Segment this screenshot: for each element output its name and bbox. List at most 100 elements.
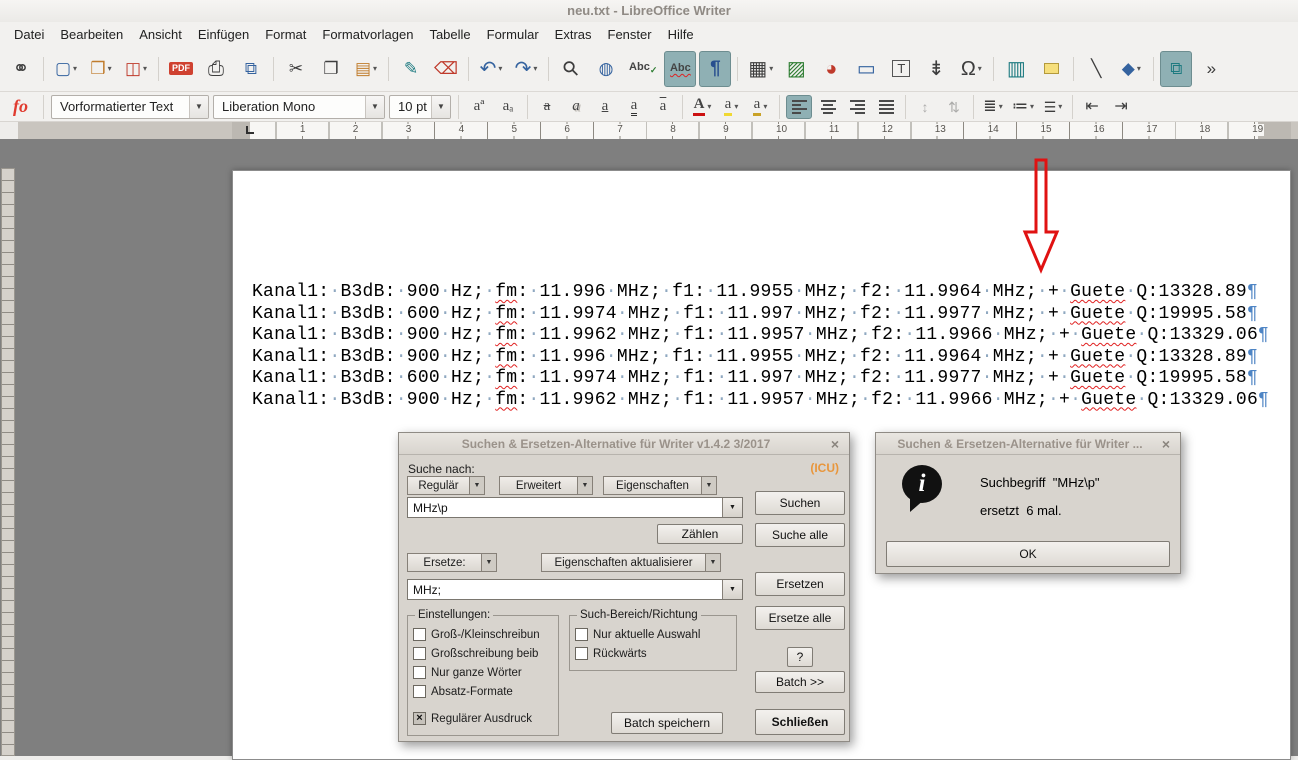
strikethrough-icon[interactable]: a bbox=[534, 95, 560, 119]
result-dialog-titlebar[interactable]: Suchen & Ersetzen-Alternative für Writer… bbox=[876, 433, 1180, 455]
numbered-list-icon[interactable]: ≔▾ bbox=[1009, 95, 1037, 119]
replace-input[interactable] bbox=[408, 580, 722, 599]
subscript-icon[interactable]: aₐ bbox=[495, 95, 521, 119]
close-button[interactable]: Schließen bbox=[755, 709, 845, 735]
outline-list-icon[interactable]: ☰▾ bbox=[1040, 95, 1066, 119]
font-name-combo[interactable]: Liberation Mono ▼ bbox=[213, 95, 385, 119]
chevron-down-icon[interactable]: ▼ bbox=[481, 554, 496, 571]
chevron-down-icon[interactable]: ▼ bbox=[431, 96, 450, 118]
undo-icon[interactable]: ↶▾ bbox=[475, 51, 507, 87]
checkbox-absatz-formate[interactable]: Absatz-Formate bbox=[413, 682, 553, 701]
document-text[interactable]: Kanal1:·B3dB:·900·Hz;·fm:·11.996·MHz;·f1… bbox=[252, 282, 1267, 411]
checkbox-gro-kleinschreibun[interactable]: Groß-/Kleinschreibun bbox=[413, 625, 553, 644]
search-replace-dialog-titlebar[interactable]: Suchen & Ersetzen-Alternative für Writer… bbox=[399, 433, 849, 455]
properties-update-dropdown[interactable]: Eigenschaften aktualisierer ▼ bbox=[541, 553, 721, 572]
insert-image-icon[interactable]: ▨ bbox=[780, 51, 812, 87]
menu-formatvorlagen[interactable]: Formatvorlagen bbox=[314, 24, 421, 45]
basic-shapes-icon[interactable]: ◆▾ bbox=[1115, 51, 1147, 87]
align-justify-icon[interactable] bbox=[873, 95, 899, 119]
checkbox-unchecked-icon[interactable] bbox=[413, 666, 426, 679]
superscript-icon[interactable]: aª bbox=[466, 95, 492, 119]
replace-button[interactable]: Ersetzen bbox=[755, 572, 845, 596]
new-document-icon[interactable]: ▢▾ bbox=[50, 51, 82, 87]
checkbox-unchecked-icon[interactable] bbox=[575, 647, 588, 660]
paste-icon[interactable]: ▤▾ bbox=[350, 51, 382, 87]
menu-tabelle[interactable]: Tabelle bbox=[421, 24, 478, 45]
batch-button[interactable]: Batch >> bbox=[755, 671, 845, 693]
export-pdf-icon[interactable]: PDF bbox=[165, 51, 197, 87]
properties-dropdown[interactable]: Eigenschaften ▼ bbox=[603, 476, 717, 495]
macro-logo-icon[interactable]: fo bbox=[5, 96, 36, 117]
spelling-dialog-icon[interactable]: ◍ bbox=[590, 51, 622, 87]
chevron-down-icon[interactable]: ▼ bbox=[722, 580, 742, 599]
print-preview-icon[interactable]: ⧉ bbox=[235, 51, 267, 87]
cut-icon[interactable]: ✂ bbox=[280, 51, 312, 87]
checkbox-unchecked-icon[interactable] bbox=[575, 628, 588, 641]
close-icon[interactable]: × bbox=[1158, 437, 1174, 451]
highlight-color-icon[interactable]: a▾ bbox=[718, 95, 744, 119]
replace-all-button[interactable]: Ersetze alle bbox=[755, 606, 845, 630]
save-icon[interactable]: ◫▾ bbox=[120, 51, 152, 87]
chevron-down-icon[interactable]: ▼ bbox=[705, 554, 720, 571]
font-color-icon[interactable]: A▾ bbox=[689, 95, 715, 119]
insert-chart-icon[interactable]: ◕ bbox=[815, 51, 847, 87]
insert-textbox-icon[interactable]: T bbox=[885, 51, 917, 87]
checkbox-gro-schreibung-beib[interactable]: Großschreibung beib bbox=[413, 644, 553, 663]
redo-icon[interactable]: ↷▾ bbox=[510, 51, 542, 87]
toolbar-overflow-icon[interactable]: » bbox=[1195, 51, 1227, 87]
insert-section-icon[interactable]: ▥ bbox=[1000, 51, 1032, 87]
double-underline-icon[interactable]: a bbox=[621, 95, 647, 119]
paragraph-spacing-icon[interactable]: ⇅ bbox=[941, 95, 967, 119]
regular-dropdown[interactable]: Regulär ▼ bbox=[407, 476, 485, 495]
checkbox-unchecked-icon[interactable] bbox=[413, 647, 426, 660]
chevron-down-icon[interactable]: ▼ bbox=[701, 477, 716, 494]
insert-pagebreak-icon[interactable]: ⇟ bbox=[920, 51, 952, 87]
menu-fenster[interactable]: Fenster bbox=[600, 24, 660, 45]
auto-spellcheck-icon[interactable]: Abc bbox=[664, 51, 696, 87]
copy-icon[interactable]: ❐ bbox=[315, 51, 347, 87]
menu-format[interactable]: Format bbox=[257, 24, 314, 45]
help-button[interactable]: ? bbox=[787, 647, 813, 667]
search-all-button[interactable]: Suche alle bbox=[755, 523, 845, 547]
insert-comment-icon[interactable] bbox=[1035, 51, 1067, 87]
ok-button[interactable]: OK bbox=[886, 541, 1170, 567]
checkbox-r-ckw-rts[interactable]: Rückwärts bbox=[575, 644, 731, 663]
align-center-icon[interactable] bbox=[815, 95, 841, 119]
search-input[interactable] bbox=[408, 498, 722, 517]
extended-dropdown[interactable]: Erweitert ▼ bbox=[499, 476, 593, 495]
tab-stop-marker[interactable] bbox=[246, 126, 254, 134]
formatting-marks-icon[interactable]: ¶ bbox=[699, 51, 731, 87]
search-button[interactable]: Suchen bbox=[755, 491, 845, 515]
align-left-icon[interactable] bbox=[786, 95, 812, 119]
chevron-down-icon[interactable]: ▼ bbox=[577, 477, 592, 494]
shadow-icon[interactable]: a bbox=[563, 95, 589, 119]
batch-save-button[interactable]: Batch speichern bbox=[611, 712, 723, 734]
bullet-list-icon[interactable]: ≣▾ bbox=[980, 95, 1006, 119]
insert-table-icon[interactable]: ▦▾ bbox=[744, 51, 777, 87]
insert-textframe-icon[interactable]: ▭ bbox=[850, 51, 882, 87]
chevron-down-icon[interactable]: ▼ bbox=[365, 96, 384, 118]
menu-formular[interactable]: Formular bbox=[479, 24, 547, 45]
menu-extras[interactable]: Extras bbox=[547, 24, 600, 45]
open-icon[interactable]: ❒▾ bbox=[85, 51, 117, 87]
show-draw-functions-icon[interactable]: ⧉ bbox=[1160, 51, 1192, 87]
chevron-down-icon[interactable]: ▼ bbox=[469, 477, 484, 494]
line-spacing-icon[interactable]: ↕ bbox=[912, 95, 938, 119]
menu-datei[interactable]: Datei bbox=[6, 24, 52, 45]
paragraph-style-combo[interactable]: Vorformatierter Text ▼ bbox=[51, 95, 209, 119]
checkbox-regul-rer-ausdruck[interactable]: ×Regulärer Ausdruck bbox=[413, 709, 553, 728]
menu-einf-gen[interactable]: Einfügen bbox=[190, 24, 257, 45]
print-icon[interactable]: ⎙ bbox=[200, 51, 232, 87]
checkbox-checked-icon[interactable]: × bbox=[413, 712, 426, 725]
replace-dropdown[interactable]: Ersetze: ▼ bbox=[407, 553, 497, 572]
menu-bearbeiten[interactable]: Bearbeiten bbox=[52, 24, 131, 45]
underline-icon[interactable]: a bbox=[592, 95, 618, 119]
clear-formatting-icon[interactable]: ⌫ bbox=[430, 51, 462, 87]
checkbox-unchecked-icon[interactable] bbox=[413, 628, 426, 641]
align-right-icon[interactable] bbox=[844, 95, 870, 119]
menu-hilfe[interactable]: Hilfe bbox=[660, 24, 702, 45]
checkbox-nur-ganze-w-rter[interactable]: Nur ganze Wörter bbox=[413, 663, 553, 682]
find-toolbar-binoculars-icon[interactable]: ⚭ bbox=[5, 51, 37, 87]
menu-ansicht[interactable]: Ansicht bbox=[131, 24, 190, 45]
close-icon[interactable]: × bbox=[827, 437, 843, 451]
